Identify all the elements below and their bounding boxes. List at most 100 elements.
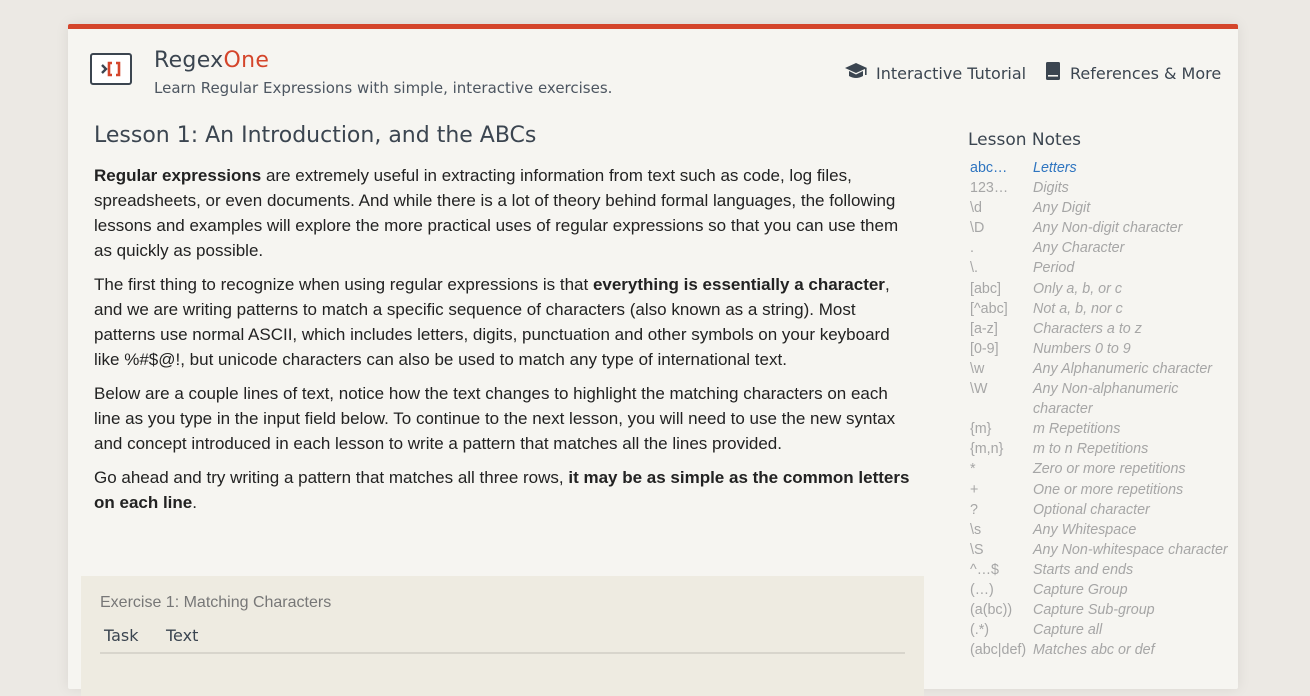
graduation-cap-icon xyxy=(844,61,868,85)
note-symbol: \S xyxy=(970,541,984,558)
lesson-content: Regular expressions are extremely useful… xyxy=(94,163,914,524)
note-description: m Repetitions xyxy=(1033,421,1121,438)
note-description: Any Character xyxy=(1033,240,1125,257)
lesson-note-item[interactable]: * Zero or more repetitions xyxy=(970,459,1235,479)
nav-label: Interactive Tutorial xyxy=(876,63,1027,83)
note-symbol: [0-9] xyxy=(970,340,999,357)
exercise-title: Exercise 1: Matching Characters xyxy=(100,594,332,611)
note-symbol: abc… xyxy=(970,160,1008,176)
note-description: One or more repetitions xyxy=(1033,481,1184,498)
note-description: Any Non-whitespace character xyxy=(1033,541,1228,558)
lesson-note-item[interactable]: (.*) Capture all xyxy=(970,620,1235,640)
note-symbol: [^abc] xyxy=(970,300,1008,317)
note-description: Optional character xyxy=(1033,501,1150,518)
lesson-note-item[interactable]: \S Any Non-whitespace character xyxy=(970,540,1235,560)
note-description: Starts and ends xyxy=(1033,561,1134,578)
lesson-note-item[interactable]: \w Any Alphanumeric character xyxy=(970,359,1235,379)
note-description: m to n Repetitions xyxy=(1033,441,1149,458)
note-symbol: \d xyxy=(970,200,982,217)
lesson-notes-title: Lesson Notes xyxy=(968,130,1082,150)
book-icon xyxy=(1044,61,1062,85)
lesson-note-item[interactable]: \d Any Digit xyxy=(970,198,1235,218)
note-description: Matches abc or def xyxy=(1033,642,1155,659)
note-description: Not a, b, nor c xyxy=(1033,300,1123,317)
lesson-note-item[interactable]: [abc] Only a, b, or c xyxy=(970,279,1235,299)
lesson-note-item[interactable]: [^abc] Not a, b, nor c xyxy=(970,299,1235,319)
note-symbol: (.*) xyxy=(970,622,990,639)
column-task: Task xyxy=(104,626,139,645)
note-symbol: ^…$ xyxy=(970,561,999,578)
note-description: Any Alphanumeric character xyxy=(1033,360,1213,377)
tagline: Learn Regular Expressions with simple, i… xyxy=(154,79,613,97)
note-symbol: (abc|def) xyxy=(970,642,1027,659)
note-symbol: {m} xyxy=(970,421,992,438)
lesson-notes-list: abc… Letters 123… Digits \d Any Digit \D Any No… xyxy=(970,158,1235,660)
note-description: Zero or more repetitions xyxy=(1033,461,1186,478)
paragraph: Below are a couple lines of text, notice… xyxy=(94,384,896,453)
lesson-note-item[interactable]: (a(bc)) Capture Sub-group xyxy=(970,600,1235,620)
note-description: Characters a to z xyxy=(1033,320,1142,337)
page-container: RegexOne Learn Regular Expressions with … xyxy=(68,24,1238,696)
paragraph-text: The first thing to recognize when using … xyxy=(94,275,593,294)
note-symbol: {m,n} xyxy=(970,441,1004,458)
note-description: Any Digit xyxy=(1033,200,1091,217)
note-description: Any Non-alphanumeric character xyxy=(1033,381,1179,418)
lesson-note-item[interactable]: {m} m Repetitions xyxy=(970,419,1235,439)
note-symbol: (…) xyxy=(970,581,994,598)
note-symbol: + xyxy=(970,481,979,498)
nav-interactive-tutorial[interactable]: Interactive Tutorial xyxy=(844,61,1026,85)
exercise-panel: Exercise 1: Matching Characters Task Tex… xyxy=(81,576,924,696)
logo-icon[interactable] xyxy=(90,53,132,85)
note-symbol: (a(bc)) xyxy=(970,602,1013,619)
note-symbol: \W xyxy=(970,381,988,398)
lesson-title: Lesson 1: An Introduction, and the ABCs xyxy=(94,123,537,148)
nav-label: References & More xyxy=(1070,63,1222,83)
nav-references[interactable]: References & More xyxy=(1044,61,1221,85)
note-description: Any Whitespace xyxy=(1033,521,1137,538)
lesson-note-item[interactable]: ? Optional character xyxy=(970,500,1235,520)
paragraph-text: . xyxy=(192,493,197,512)
note-description: Digits xyxy=(1033,180,1069,197)
brand-name[interactable]: RegexOne xyxy=(154,48,269,73)
note-symbol: [abc] xyxy=(970,280,1001,297)
lesson-note-item[interactable]: \D Any Non-digit character xyxy=(970,218,1235,238)
note-description: Only a, b, or c xyxy=(1033,280,1122,297)
note-symbol: \. xyxy=(970,260,978,277)
lesson-note-item[interactable]: {m,n} m to n Repetitions xyxy=(970,439,1235,459)
lesson-note-item[interactable]: [a-z] Characters a to z xyxy=(970,319,1235,339)
paragraph: The first thing to recognize when using … xyxy=(94,272,914,372)
paragraph: Regular expressions are extremely useful… xyxy=(94,163,914,263)
note-description: Capture all xyxy=(1033,622,1103,639)
note-description: Capture Sub-group xyxy=(1033,602,1155,619)
column-text: Text xyxy=(166,626,199,645)
lesson-note-item[interactable]: . Any Character xyxy=(970,238,1235,258)
note-symbol: * xyxy=(970,461,976,478)
exercise-table-header: Task Text xyxy=(100,624,905,654)
bold-text: everything is essentially a character xyxy=(592,275,885,294)
lesson-note-item[interactable]: abc… Letters xyxy=(970,158,1235,178)
lesson-note-item[interactable]: 123… Digits xyxy=(970,178,1235,198)
lesson-note-item[interactable]: [0-9] Numbers 0 to 9 xyxy=(970,339,1235,359)
brand-accent: One xyxy=(223,48,270,73)
note-symbol: ? xyxy=(970,501,978,518)
lesson-note-item[interactable]: \s Any Whitespace xyxy=(970,520,1235,540)
note-symbol: 123… xyxy=(970,180,1009,197)
note-symbol: \w xyxy=(970,360,985,377)
note-description: Period xyxy=(1033,260,1075,277)
note-description: Numbers 0 to 9 xyxy=(1033,340,1131,357)
note-symbol: \s xyxy=(970,521,982,538)
note-symbol: . xyxy=(970,240,974,257)
lesson-note-item[interactable]: + One or more repetitions xyxy=(970,480,1235,500)
lesson-note-item[interactable]: \. Period xyxy=(970,258,1235,278)
note-symbol: [a-z] xyxy=(970,320,998,337)
lesson-note-item[interactable]: ^…$ Starts and ends xyxy=(970,560,1235,580)
note-symbol: \D xyxy=(970,220,985,237)
lesson-note-item[interactable]: (abc|def) Matches abc or def xyxy=(970,640,1235,660)
paragraph: Go ahead and try writing a pattern that … xyxy=(94,465,914,515)
note-description: Capture Group xyxy=(1033,581,1128,598)
brand-main: Regex xyxy=(154,48,224,73)
note-description: Letters xyxy=(1033,160,1077,176)
paragraph-text: Go ahead and try writing a pattern that … xyxy=(94,468,569,487)
lesson-note-item[interactable]: (…) Capture Group xyxy=(970,580,1235,600)
lesson-note-item[interactable]: \W Any Non-alphanumeric character xyxy=(970,379,1235,419)
